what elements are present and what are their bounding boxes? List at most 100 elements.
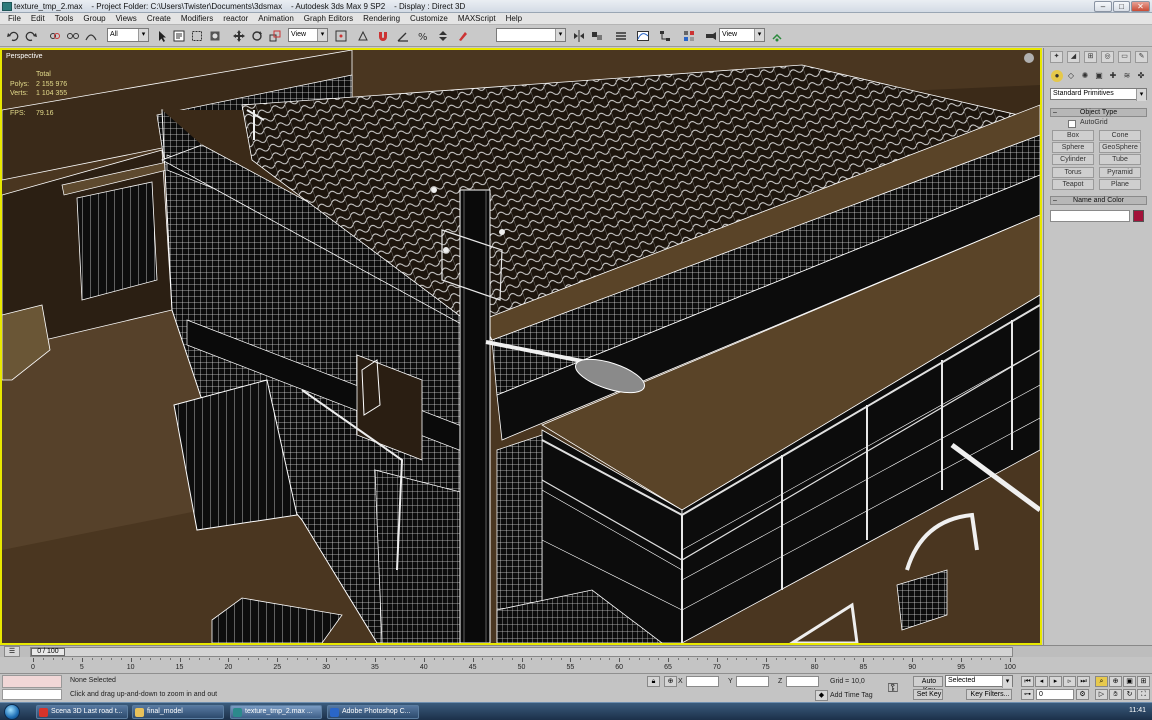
- maxscript-input-field[interactable]: [2, 689, 62, 700]
- name-and-color-rollout[interactable]: Name and Color: [1050, 196, 1147, 205]
- menu-modifiers[interactable]: Modifiers: [176, 13, 218, 24]
- maximize-viewport-icon[interactable]: ⛶: [1137, 689, 1150, 700]
- x-coordinate-field[interactable]: [686, 676, 719, 687]
- zoom-extents-icon[interactable]: ▣: [1123, 676, 1136, 687]
- select-and-manipulate-icon[interactable]: [356, 29, 370, 42]
- go-to-end-icon[interactable]: ⏭: [1077, 676, 1090, 687]
- lock-selection-icon[interactable]: 🔒︎: [647, 676, 660, 687]
- box-button[interactable]: Box: [1052, 130, 1094, 141]
- select-and-move-icon[interactable]: [232, 29, 246, 42]
- field-of-view-icon[interactable]: ▷: [1095, 689, 1108, 700]
- add-time-tag-button[interactable]: Add Time Tag: [830, 692, 873, 699]
- taskbar-item-photoshop[interactable]: Adobe Photoshop C...: [327, 705, 419, 719]
- set-key-button[interactable]: Set Key: [913, 689, 943, 700]
- plane-button[interactable]: Plane: [1099, 179, 1141, 190]
- menu-views[interactable]: Views: [111, 13, 142, 24]
- cameras-icon[interactable]: ▣: [1093, 70, 1105, 82]
- hierarchy-tab-icon[interactable]: ⊞: [1084, 51, 1097, 63]
- maxscript-listener-field[interactable]: [2, 675, 62, 688]
- select-and-scale-icon[interactable]: [268, 29, 282, 42]
- menu-rendering[interactable]: Rendering: [358, 13, 405, 24]
- menu-maxscript[interactable]: MAXScript: [453, 13, 501, 24]
- start-button[interactable]: [4, 704, 20, 720]
- layer-manager-icon[interactable]: [614, 29, 628, 42]
- previous-frame-icon[interactable]: ◂: [1035, 676, 1048, 687]
- undo-icon[interactable]: [6, 29, 20, 42]
- menu-animation[interactable]: Animation: [253, 13, 299, 24]
- play-icon[interactable]: ▸: [1049, 676, 1062, 687]
- torus-button[interactable]: Torus: [1052, 167, 1094, 178]
- mini-curve-editor-icon[interactable]: ☰: [4, 646, 20, 657]
- mirror-icon[interactable]: [572, 29, 586, 42]
- select-and-link-icon[interactable]: [48, 29, 62, 42]
- redo-icon[interactable]: [24, 29, 38, 42]
- select-object-icon[interactable]: [155, 29, 169, 42]
- viewport-label[interactable]: Perspective: [6, 53, 43, 60]
- minimize-button[interactable]: –: [1094, 1, 1112, 12]
- key-filters-button[interactable]: Key Filters...: [966, 689, 1012, 700]
- menu-help[interactable]: Help: [501, 13, 527, 24]
- menu-graph-editors[interactable]: Graph Editors: [299, 13, 358, 24]
- taskbar-item-final-model[interactable]: final_model: [132, 705, 224, 719]
- menu-customize[interactable]: Customize: [405, 13, 453, 24]
- pan-view-icon[interactable]: ✋︎: [1109, 689, 1122, 700]
- angle-snap-icon[interactable]: [396, 29, 410, 42]
- maximize-button[interactable]: □: [1113, 1, 1130, 12]
- go-to-start-icon[interactable]: ⏮: [1021, 676, 1034, 687]
- cylinder-button[interactable]: Cylinder: [1052, 154, 1094, 165]
- time-configuration-icon[interactable]: ⚙: [1076, 689, 1089, 700]
- geometry-icon[interactable]: ●: [1051, 70, 1063, 82]
- zoom-icon[interactable]: ⌕: [1095, 676, 1108, 687]
- time-slider[interactable]: 0 / 100: [30, 647, 1013, 657]
- curve-editor-icon[interactable]: [636, 29, 650, 42]
- next-frame-icon[interactable]: ▹: [1063, 676, 1076, 687]
- key-mode-toggle-icon[interactable]: ⊶: [1021, 689, 1034, 700]
- systems-icon[interactable]: ✤: [1135, 70, 1147, 82]
- teapot-button[interactable]: Teapot: [1052, 179, 1094, 190]
- key-set-dropdown[interactable]: Selected: [945, 675, 1013, 688]
- time-slider-thumb[interactable]: 0 / 100: [31, 648, 65, 656]
- pyramid-button[interactable]: Pyramid: [1099, 167, 1141, 178]
- selection-filter-dropdown[interactable]: All: [107, 28, 149, 42]
- lights-icon[interactable]: ✺: [1079, 70, 1091, 82]
- unlink-icon[interactable]: [66, 29, 80, 42]
- absolute-relative-icon[interactable]: ⊕: [664, 676, 677, 687]
- space-warps-icon[interactable]: ≋: [1121, 70, 1133, 82]
- key-mode-icon[interactable]: ⚿: [888, 680, 898, 696]
- object-color-swatch[interactable]: [1133, 210, 1144, 222]
- tube-button[interactable]: Tube: [1099, 154, 1141, 165]
- reference-coordinate-dropdown[interactable]: View: [288, 28, 328, 42]
- sphere-button[interactable]: Sphere: [1052, 142, 1094, 153]
- geosphere-button[interactable]: GeoSphere: [1099, 142, 1141, 153]
- snaps-toggle-icon[interactable]: [376, 29, 390, 42]
- pivot-point-center-icon[interactable]: [334, 29, 348, 42]
- menu-group[interactable]: Group: [78, 13, 110, 24]
- y-coordinate-field[interactable]: [736, 676, 769, 687]
- menu-reactor[interactable]: reactor: [218, 13, 253, 24]
- create-tab-icon[interactable]: ✦: [1050, 51, 1063, 63]
- motion-tab-icon[interactable]: ◎: [1101, 51, 1114, 63]
- autogrid-checkbox[interactable]: [1068, 120, 1076, 128]
- object-name-field[interactable]: [1050, 210, 1130, 222]
- object-type-rollout[interactable]: Object Type: [1050, 108, 1147, 117]
- schematic-view-icon[interactable]: [658, 29, 672, 42]
- percent-snap-icon[interactable]: %: [416, 29, 430, 42]
- menu-create[interactable]: Create: [142, 13, 176, 24]
- select-and-rotate-icon[interactable]: [250, 29, 264, 42]
- auto-key-button[interactable]: Auto Key: [913, 676, 943, 694]
- render-scene-icon[interactable]: [704, 29, 718, 42]
- track-bar[interactable]: 0 5 10 15 20 25 30 35 40 45 50 55 60 65 70 75 80 85 90 95 10…: [0, 657, 1152, 674]
- current-frame-field[interactable]: 0: [1036, 689, 1074, 700]
- display-tab-icon[interactable]: ▭: [1118, 51, 1131, 63]
- shapes-icon[interactable]: ◇: [1065, 70, 1077, 82]
- primitive-category-dropdown[interactable]: Standard Primitives: [1050, 88, 1147, 101]
- perspective-viewport[interactable]: Perspective Total Polys: 2 155 976 Verts:…: [0, 48, 1042, 645]
- render-view-dropdown[interactable]: View: [719, 28, 765, 42]
- align-icon[interactable]: [590, 29, 604, 42]
- spinner-snap-icon[interactable]: [436, 29, 450, 42]
- cone-button[interactable]: Cone: [1099, 130, 1141, 141]
- zoom-extents-all-icon[interactable]: ⊞: [1137, 676, 1150, 687]
- z-coordinate-field[interactable]: [786, 676, 819, 687]
- taskbar-item-scena[interactable]: Scena 3D Last road t...: [36, 705, 128, 719]
- taskbar-item-3dsmax[interactable]: texture_tmp_2.max ...: [230, 705, 322, 719]
